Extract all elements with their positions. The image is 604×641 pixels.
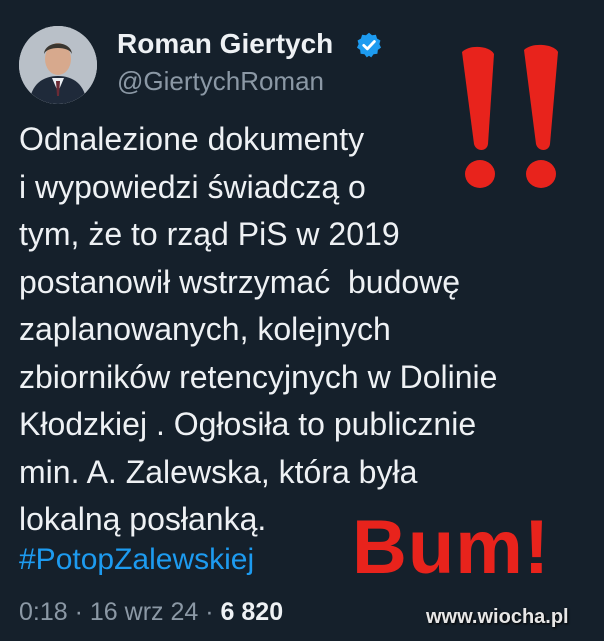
watermark: www.wiocha.pl [426, 606, 569, 628]
meta-separator: · [205, 598, 214, 626]
avatar-portrait-icon [19, 26, 97, 104]
verified-badge-icon [356, 32, 382, 58]
tweet-date[interactable]: 16 wrz 24 [90, 598, 198, 626]
tweet-text: Odnalezione dokumenty i wypowiedzi świad… [19, 116, 497, 544]
tweet-text-line: i wypowiedzi świadczą o [19, 168, 366, 205]
tweet-text-line: Kłodzkiej . Ogłosiła to publicznie [19, 406, 477, 442]
author-handle[interactable]: @GiertychRoman [117, 66, 324, 97]
tweet-meta: 0:18 · 16 wrz 24 · 6 820 [19, 598, 283, 627]
tweet-time[interactable]: 0:18 [19, 598, 68, 626]
exclamation-marks-overlay: !! [462, 44, 558, 188]
tweet-text-line: min. A. Zalewska, która była [19, 453, 418, 490]
tweet-text-line: postanowił wstrzymać budowę [19, 263, 461, 300]
tweet-text-line: zaplanowanych, kolejnych [19, 311, 391, 347]
tweet-text-line: tym, że to rząd PiS w 2019 [19, 216, 400, 252]
views-count: 6 820 [220, 598, 284, 626]
bum-overlay-text: Bum! [352, 505, 551, 590]
tweet-text-line: zbiorników retencyjnych w Dolinie [19, 358, 498, 395]
meta-separator: · [74, 598, 83, 626]
avatar[interactable] [19, 26, 97, 104]
hashtag-link[interactable]: #PotopZalewskiej [19, 543, 254, 577]
author-name[interactable]: Roman Giertych [117, 28, 333, 60]
tweet-text-line: Odnalezione dokumenty [19, 121, 365, 157]
